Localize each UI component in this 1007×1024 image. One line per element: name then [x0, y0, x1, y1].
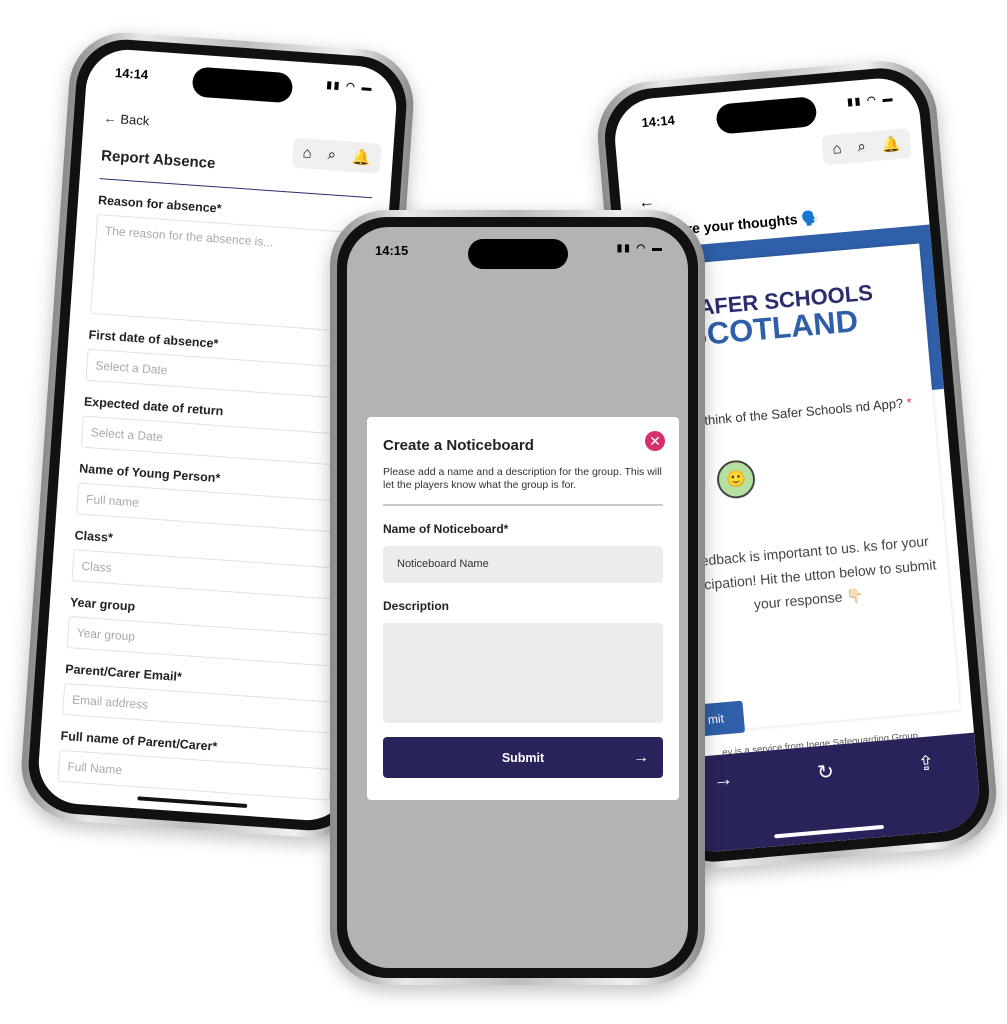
time: 14:15: [375, 243, 409, 258]
home-icon[interactable]: ⌂: [832, 140, 843, 159]
description-label: Description: [383, 599, 450, 613]
name-label: Name of Noticeboard*: [383, 522, 509, 536]
back-button[interactable]: ← Back: [103, 110, 376, 144]
happy-face-icon[interactable]: 🙂: [715, 458, 757, 500]
home-icon[interactable]: ⌂: [302, 144, 312, 163]
phone-create-noticeboard: 14:15 ▮▮ ◠ ▬ Create a Noticeboard ✕ Pleas…: [330, 210, 705, 985]
arrow-left-icon: ←: [103, 110, 121, 127]
modal-description: Please add a name and a description for …: [383, 466, 663, 506]
time: 14:14: [640, 112, 676, 131]
time: 14:14: [114, 64, 149, 83]
header-icons: ⌂ ⌕ 🔔: [821, 127, 912, 166]
modal-title: Create a Noticeboard: [383, 437, 534, 454]
create-noticeboard-modal: Create a Noticeboard ✕ Please add a name…: [367, 417, 679, 800]
arrow-right-icon: →: [633, 748, 649, 766]
search-icon[interactable]: ⌕: [327, 146, 337, 165]
forward-icon[interactable]: →: [712, 768, 734, 793]
description-input[interactable]: [383, 623, 663, 723]
submit-button[interactable]: Submit →: [383, 737, 663, 778]
header-icons: ⌂ ⌕ 🔔: [291, 137, 382, 174]
reason-input[interactable]: The reason for the absence is...: [90, 214, 370, 333]
signal-wifi-battery-icon: ▮▮ ◠ ▬: [846, 93, 895, 109]
share-icon[interactable]: ⇪: [917, 750, 936, 776]
dynamic-island: [467, 239, 568, 269]
bell-icon[interactable]: 🔔: [351, 148, 371, 167]
feedback-text: r feedback is important to us. ks for yo…: [676, 532, 937, 613]
home-indicator: [136, 796, 247, 808]
reload-icon[interactable]: ↻: [816, 759, 835, 785]
bell-icon[interactable]: 🔔: [881, 135, 901, 155]
search-icon[interactable]: ⌕: [857, 138, 867, 157]
signal-wifi-battery-icon: ▮▮ ◠ ▬: [325, 79, 374, 95]
dynamic-island: [715, 96, 818, 135]
logo: SAFER SCHOOLS SCOTLAND: [682, 279, 874, 354]
signal-wifi-battery-icon: ▮▮ ◠ ▬: [616, 243, 664, 254]
noticeboard-name-input[interactable]: Noticeboard Name: [383, 546, 663, 583]
close-icon[interactable]: ✕: [645, 431, 665, 451]
